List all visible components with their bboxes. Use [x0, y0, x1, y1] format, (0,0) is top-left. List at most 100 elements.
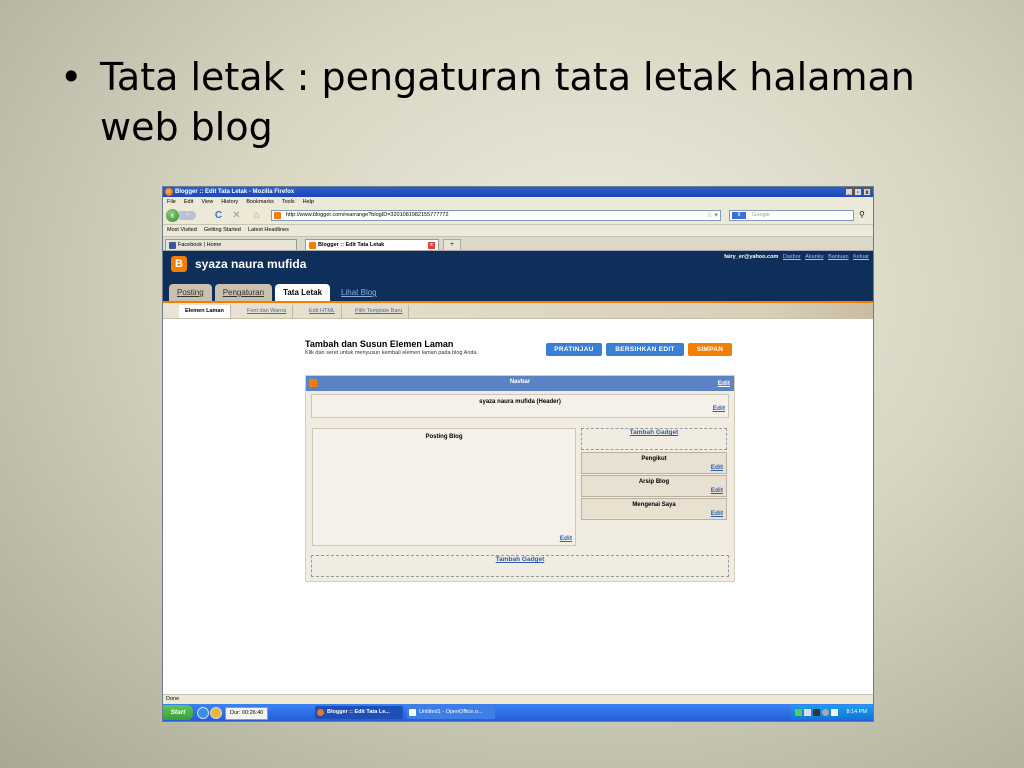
subtab-pilih-template[interactable]: Pilih Template Baru: [349, 305, 410, 318]
menu-bar: File Edit View History Bookmarks Tools H…: [163, 197, 873, 207]
timer-display: Dur: 00:26:40: [225, 707, 269, 720]
bullet: •: [60, 55, 83, 99]
preview-button[interactable]: PRATINJAU: [546, 343, 602, 356]
widget-mengenai-saya[interactable]: Mengenai Saya Edit: [581, 498, 727, 520]
user-email: fairy_er@yahoo.com: [724, 254, 779, 260]
maximize-button[interactable]: ▫: [854, 188, 862, 196]
google-engine-icon[interactable]: 8: [732, 212, 746, 219]
widget-label: Pengikut: [641, 456, 667, 462]
blogger-main-tabs: Posting Pengaturan Tata Letak Lihat Blog: [169, 284, 385, 301]
search-input[interactable]: 8 Google: [729, 210, 854, 221]
blogger-logo-icon[interactable]: B: [171, 256, 187, 272]
url-text: http://www.blogger.com/rearrange?blogID=…: [286, 212, 449, 218]
start-button[interactable]: Start: [163, 705, 193, 720]
browser-screenshot: Blogger :: Edit Tata Letak - Mozilla Fir…: [162, 186, 874, 722]
subtab-edit-html[interactable]: Edit HTML: [303, 305, 342, 318]
tab-tata-letak[interactable]: Tata Letak: [275, 284, 331, 301]
user-menu: fairy_er@yahoo.com Dasbor Akunku Bantuan…: [724, 254, 869, 260]
menu-history[interactable]: History: [221, 197, 238, 207]
tab-facebook[interactable]: Facebook | Home: [165, 239, 297, 250]
tray-icon[interactable]: [804, 709, 811, 716]
tab-pengaturan[interactable]: Pengaturan: [214, 284, 273, 301]
subtab-elemen-laman[interactable]: Elemen Laman: [179, 305, 231, 318]
posts-widget[interactable]: Posting Blog Edit: [312, 428, 576, 546]
taskbar-item-label: Blogger :: Edit Tata Le...: [327, 709, 390, 715]
quicklaunch-icon[interactable]: [210, 707, 222, 719]
taskbar-openoffice[interactable]: Untitled1 - OpenOffice.o...: [407, 706, 495, 719]
search-icon[interactable]: ⚲: [859, 210, 865, 219]
minimize-button[interactable]: _: [845, 188, 853, 196]
link-keluar[interactable]: Keluar: [853, 254, 869, 260]
menu-bookmarks[interactable]: Bookmarks: [246, 197, 274, 207]
widget-arsip-blog[interactable]: Arsip Blog Edit: [581, 475, 727, 497]
bookmarks-toolbar: Most Visited Getting Started Latest Head…: [163, 225, 873, 237]
navbar-edit-link[interactable]: Edit: [718, 380, 730, 387]
bookmark-latest-headlines[interactable]: Latest Headlines: [248, 225, 289, 236]
link-bantuan[interactable]: Bantuan: [828, 254, 849, 260]
menu-tools[interactable]: Tools: [282, 197, 295, 207]
widget-edit-link[interactable]: Edit: [711, 487, 723, 494]
facebook-icon: [169, 242, 176, 249]
stop-icon[interactable]: ✕: [231, 210, 242, 221]
back-button[interactable]: ‹: [166, 209, 179, 222]
ie-icon[interactable]: [197, 707, 209, 719]
link-akunku[interactable]: Akunku: [805, 254, 823, 260]
close-button[interactable]: x: [863, 188, 871, 196]
blogger-favicon-icon: [274, 212, 281, 219]
header-edit-link[interactable]: Edit: [713, 405, 725, 412]
tab-lihat-blog[interactable]: Lihat Blog: [333, 284, 385, 301]
menu-view[interactable]: View: [201, 197, 213, 207]
tray-icon[interactable]: [822, 709, 829, 716]
blogger-header: B syaza naura mufida fairy_er@yahoo.com …: [163, 251, 873, 301]
clear-edits-button[interactable]: BERSIHKAN EDIT: [606, 343, 684, 356]
home-icon[interactable]: ⌂: [251, 210, 262, 221]
sub-tabs: Elemen Laman Font dan Warna Edit HTML Pi…: [163, 303, 873, 319]
bookmark-most-visited[interactable]: Most Visited: [167, 225, 197, 236]
footer-add-gadget[interactable]: Tambah Gadget: [311, 555, 729, 577]
slide-title-text: Tata letak : pengaturan tata letak halam…: [100, 55, 915, 149]
tray-icon[interactable]: [831, 709, 838, 716]
bookmark-getting-started[interactable]: Getting Started: [204, 225, 241, 236]
widget-pengikut[interactable]: Pengikut Edit: [581, 452, 727, 474]
layout-editor: Navbar Edit syaza naura mufida (Header) …: [305, 375, 735, 582]
bookmark-star-icon[interactable]: ☆ ▾: [706, 211, 718, 220]
tray-icon[interactable]: [813, 709, 820, 716]
menu-edit[interactable]: Edit: [184, 197, 193, 207]
tab-close-icon[interactable]: x: [428, 242, 435, 249]
new-tab-button[interactable]: +: [443, 239, 461, 251]
taskbar-firefox[interactable]: Blogger :: Edit Tata Le...: [315, 706, 403, 719]
widget-edit-link[interactable]: Edit: [711, 510, 723, 517]
tray-icon[interactable]: [795, 709, 802, 716]
posts-edit-link[interactable]: Edit: [560, 535, 572, 542]
tab-blogger[interactable]: Blogger :: Edit Tata Letak x: [305, 239, 439, 250]
taskbar: Start Dur: 00:26:40 Blogger :: Edit Tata…: [163, 704, 873, 721]
save-button[interactable]: SIMPAN: [688, 343, 732, 356]
blogger-icon: [309, 242, 316, 249]
reload-icon[interactable]: C: [213, 210, 224, 221]
clock: 8:14 PM: [846, 709, 867, 715]
forward-button[interactable]: ›: [179, 211, 196, 220]
widget-label: Arsip Blog: [638, 479, 670, 485]
layout-content: Tambah dan Susun Elemen Laman Klik dan s…: [163, 319, 873, 679]
header-widget[interactable]: syaza naura mufida (Header) Edit: [311, 394, 729, 418]
navbar-widget[interactable]: Navbar Edit: [306, 376, 734, 391]
firefox-icon: [165, 188, 173, 196]
status-bar: Done: [163, 694, 873, 704]
subtab-font-warna[interactable]: Font dan Warna: [241, 305, 294, 318]
menu-file[interactable]: File: [167, 197, 176, 207]
menu-help[interactable]: Help: [303, 197, 314, 207]
link-dasbor[interactable]: Dasbor: [783, 254, 801, 260]
widget-label: Mengenai Saya: [632, 502, 676, 508]
sidebar-add-gadget[interactable]: Tambah Gadget: [581, 428, 727, 450]
add-gadget-link[interactable]: Tambah Gadget: [496, 556, 545, 563]
navigation-toolbar: ‹ › C ✕ ⌂ http://www.blogger.com/rearran…: [163, 207, 873, 225]
taskbar-item-label: Untitled1 - OpenOffice.o...: [419, 709, 483, 715]
url-bar[interactable]: http://www.blogger.com/rearrange?blogID=…: [271, 210, 721, 221]
tab-posting[interactable]: Posting: [169, 284, 212, 301]
page-title: Tambah dan Susun Elemen Laman: [305, 339, 454, 349]
window-title: Blogger :: Edit Tata Letak - Mozilla Fir…: [175, 189, 295, 195]
add-gadget-link[interactable]: Tambah Gadget: [630, 429, 679, 436]
firefox-icon: [317, 709, 324, 716]
widget-edit-link[interactable]: Edit: [711, 464, 723, 471]
page-subtitle: Klik dan seret untuk menyusun kembali el…: [305, 350, 479, 356]
